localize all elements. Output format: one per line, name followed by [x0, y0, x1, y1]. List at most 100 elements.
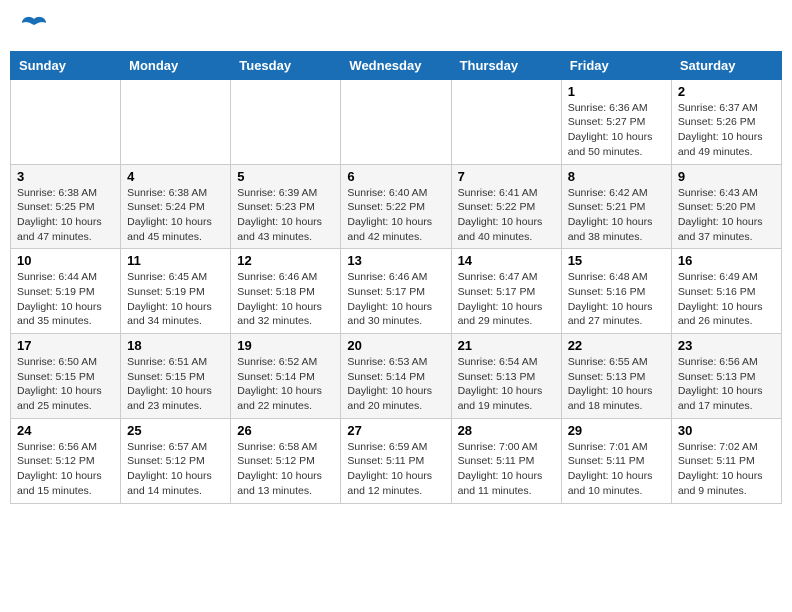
calendar-cell: 7Sunrise: 6:41 AM Sunset: 5:22 PM Daylig… [451, 164, 561, 249]
day-info: Sunrise: 6:52 AM Sunset: 5:14 PM Dayligh… [237, 355, 334, 414]
calendar-cell: 26 Sunrise: 6:58 AM Sunset: 5:12 PM Dayli… [231, 418, 341, 503]
day-info: Sunrise: 6:42 AM Sunset: 5:21 PM Dayligh… [568, 186, 665, 245]
calendar-cell: 6 Sunrise: 6:40 AM Sunset: 5:22 PM Daylig… [341, 164, 451, 249]
day-number: 21 [458, 338, 555, 353]
day-info: Sunrise: 7:01 AM Sunset: 5:11 PM Dayligh… [568, 440, 665, 499]
day-number: 26 [237, 423, 334, 438]
day-info: Sunrise: 6:47 AM Sunset: 5:17 PM Dayligh… [458, 270, 555, 329]
calendar-cell: 2Sunrise: 6:37 AM Sunset: 5:26 PM Daylig… [671, 79, 781, 164]
day-number: 15 [568, 253, 665, 268]
calendar-cell: 21 Sunrise: 6:54 AM Sunset: 5:13 PM Dayli… [451, 334, 561, 419]
calendar-week-row: 3 Sunrise: 6:38 AM Sunset: 5:25 PM Daylig… [11, 164, 782, 249]
weekday-header-friday: Friday [561, 51, 671, 79]
calendar-cell [341, 79, 451, 164]
day-number: 18 [127, 338, 224, 353]
day-info: Sunrise: 6:48 AM Sunset: 5:16 PM Dayligh… [568, 270, 665, 329]
day-number: 6 [347, 169, 444, 184]
calendar-cell: 30 Sunrise: 7:02 AM Sunset: 5:11 PM Dayli… [671, 418, 781, 503]
day-info: Sunrise: 6:51 AM Sunset: 5:15 PM Dayligh… [127, 355, 224, 414]
day-number: 22 [568, 338, 665, 353]
calendar-cell: 24 Sunrise: 6:56 AM Sunset: 5:12 PM Dayli… [11, 418, 121, 503]
calendar-cell: 16 Sunrise: 6:49 AM Sunset: 5:16 PM Dayli… [671, 249, 781, 334]
day-info: Sunrise: 6:44 AM Sunset: 5:19 PM Dayligh… [17, 270, 114, 329]
day-number: 17 [17, 338, 114, 353]
weekday-header-saturday: Saturday [671, 51, 781, 79]
day-number: 12 [237, 253, 334, 268]
day-number: 16 [678, 253, 775, 268]
calendar-table: SundayMondayTuesdayWednesdayThursdayFrid… [10, 51, 782, 504]
day-info: Sunrise: 6:49 AM Sunset: 5:16 PM Dayligh… [678, 270, 775, 329]
day-info: Sunrise: 6:36 AM Sunset: 5:27 PM Dayligh… [568, 101, 665, 160]
day-number: 14 [458, 253, 555, 268]
day-number: 20 [347, 338, 444, 353]
day-info: Sunrise: 6:59 AM Sunset: 5:11 PM Dayligh… [347, 440, 444, 499]
day-info: Sunrise: 6:38 AM Sunset: 5:24 PM Dayligh… [127, 186, 224, 245]
calendar-cell [121, 79, 231, 164]
calendar-week-row: 1 Sunrise: 6:36 AM Sunset: 5:27 PM Daylig… [11, 79, 782, 164]
calendar-cell: 22 Sunrise: 6:55 AM Sunset: 5:13 PM Dayli… [561, 334, 671, 419]
logo-bird-icon [20, 15, 48, 35]
day-number: 25 [127, 423, 224, 438]
calendar-cell: 15 Sunrise: 6:48 AM Sunset: 5:16 PM Dayli… [561, 249, 671, 334]
day-number: 28 [458, 423, 555, 438]
day-number: 4 [127, 169, 224, 184]
calendar-cell: 20 Sunrise: 6:53 AM Sunset: 5:14 PM Dayli… [341, 334, 451, 419]
calendar-cell: 23 Sunrise: 6:56 AM Sunset: 5:13 PM Dayli… [671, 334, 781, 419]
day-info: Sunrise: 6:55 AM Sunset: 5:13 PM Dayligh… [568, 355, 665, 414]
calendar-week-row: 17 Sunrise: 6:50 AM Sunset: 5:15 PM Dayli… [11, 334, 782, 419]
day-number: 3 [17, 169, 114, 184]
day-number: 8 [568, 169, 665, 184]
day-info: Sunrise: 6:53 AM Sunset: 5:14 PM Dayligh… [347, 355, 444, 414]
weekday-header-monday: Monday [121, 51, 231, 79]
calendar-week-row: 24 Sunrise: 6:56 AM Sunset: 5:12 PM Dayli… [11, 418, 782, 503]
day-info: Sunrise: 6:40 AM Sunset: 5:22 PM Dayligh… [347, 186, 444, 245]
calendar-cell: 3 Sunrise: 6:38 AM Sunset: 5:25 PM Daylig… [11, 164, 121, 249]
day-number: 23 [678, 338, 775, 353]
calendar-cell: 5 Sunrise: 6:39 AM Sunset: 5:23 PM Daylig… [231, 164, 341, 249]
day-number: 27 [347, 423, 444, 438]
day-info: Sunrise: 6:56 AM Sunset: 5:12 PM Dayligh… [17, 440, 114, 499]
day-number: 11 [127, 253, 224, 268]
day-info: Sunrise: 6:57 AM Sunset: 5:12 PM Dayligh… [127, 440, 224, 499]
calendar-week-row: 10 Sunrise: 6:44 AM Sunset: 5:19 PM Dayli… [11, 249, 782, 334]
calendar-cell: 11 Sunrise: 6:45 AM Sunset: 5:19 PM Dayli… [121, 249, 231, 334]
calendar-cell: 27 Sunrise: 6:59 AM Sunset: 5:11 PM Dayli… [341, 418, 451, 503]
day-number: 5 [237, 169, 334, 184]
day-info: Sunrise: 6:56 AM Sunset: 5:13 PM Dayligh… [678, 355, 775, 414]
day-number: 9 [678, 169, 775, 184]
day-info: Sunrise: 6:43 AM Sunset: 5:20 PM Dayligh… [678, 186, 775, 245]
day-number: 13 [347, 253, 444, 268]
day-info: Sunrise: 7:02 AM Sunset: 5:11 PM Dayligh… [678, 440, 775, 499]
calendar-cell: 1 Sunrise: 6:36 AM Sunset: 5:27 PM Daylig… [561, 79, 671, 164]
calendar-cell: 8 Sunrise: 6:42 AM Sunset: 5:21 PM Daylig… [561, 164, 671, 249]
day-info: Sunrise: 6:46 AM Sunset: 5:18 PM Dayligh… [237, 270, 334, 329]
day-info: Sunrise: 6:54 AM Sunset: 5:13 PM Dayligh… [458, 355, 555, 414]
day-number: 19 [237, 338, 334, 353]
weekday-header-thursday: Thursday [451, 51, 561, 79]
day-number: 10 [17, 253, 114, 268]
calendar-cell: 25 Sunrise: 6:57 AM Sunset: 5:12 PM Dayli… [121, 418, 231, 503]
calendar-cell: 19 Sunrise: 6:52 AM Sunset: 5:14 PM Dayli… [231, 334, 341, 419]
calendar-cell: 29 Sunrise: 7:01 AM Sunset: 5:11 PM Dayli… [561, 418, 671, 503]
calendar-cell: 13Sunrise: 6:46 AM Sunset: 5:17 PM Dayli… [341, 249, 451, 334]
calendar-cell: 4 Sunrise: 6:38 AM Sunset: 5:24 PM Daylig… [121, 164, 231, 249]
day-number: 29 [568, 423, 665, 438]
day-info: Sunrise: 7:00 AM Sunset: 5:11 PM Dayligh… [458, 440, 555, 499]
day-info: Sunrise: 6:38 AM Sunset: 5:25 PM Dayligh… [17, 186, 114, 245]
calendar-cell: 14 Sunrise: 6:47 AM Sunset: 5:17 PM Dayli… [451, 249, 561, 334]
day-info: Sunrise: 6:50 AM Sunset: 5:15 PM Dayligh… [17, 355, 114, 414]
calendar-cell [11, 79, 121, 164]
day-number: 30 [678, 423, 775, 438]
day-info: Sunrise: 6:39 AM Sunset: 5:23 PM Dayligh… [237, 186, 334, 245]
calendar-cell: 17 Sunrise: 6:50 AM Sunset: 5:15 PM Dayli… [11, 334, 121, 419]
day-info: Sunrise: 6:58 AM Sunset: 5:12 PM Dayligh… [237, 440, 334, 499]
calendar-cell: 9 Sunrise: 6:43 AM Sunset: 5:20 PM Daylig… [671, 164, 781, 249]
day-number: 2 [678, 84, 775, 99]
day-number: 1 [568, 84, 665, 99]
day-info: Sunrise: 6:45 AM Sunset: 5:19 PM Dayligh… [127, 270, 224, 329]
weekday-header-wednesday: Wednesday [341, 51, 451, 79]
calendar-cell: 18 Sunrise: 6:51 AM Sunset: 5:15 PM Dayli… [121, 334, 231, 419]
calendar-cell [231, 79, 341, 164]
logo-text [20, 15, 48, 40]
day-number: 24 [17, 423, 114, 438]
